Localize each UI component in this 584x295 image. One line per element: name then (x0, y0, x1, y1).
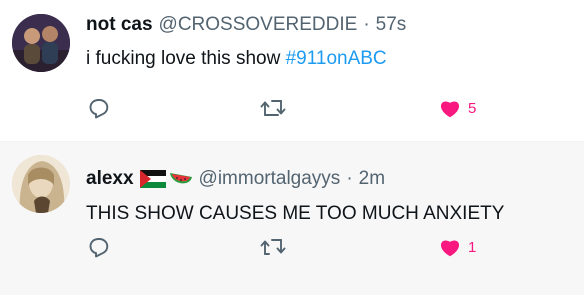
tweet-header: alexx @immortalgayys · 2m (86, 168, 385, 190)
reply-button[interactable] (87, 235, 111, 259)
separator-dot: · (346, 168, 353, 189)
separator-dot: · (363, 14, 370, 35)
reply-icon (89, 238, 109, 258)
tweet-header: not cas @CROSSOVEREDDIE · 57s (86, 14, 406, 36)
retweet-icon (260, 239, 286, 255)
tweet-card[interactable]: alexx @immortalgayys · 2m THIS SHOW CAUS… (0, 141, 584, 295)
palestine-flag-icon (139, 170, 166, 188)
tweet-card[interactable]: not cas @CROSSOVEREDDIE · 57s i fucking … (0, 0, 584, 141)
tweet-text: THIS SHOW CAUSES ME TOO MUCH ANXIETY (86, 203, 505, 224)
retweet-icon (260, 100, 286, 116)
heart-filled-icon (440, 101, 460, 118)
tweet-text: i fucking love this show #911onABC (86, 48, 387, 70)
hashtag-link[interactable]: #911onABC (286, 48, 387, 69)
display-name[interactable]: alexx (86, 168, 134, 190)
user-handle[interactable]: @CROSSOVEREDDIE (159, 14, 358, 36)
like-count: 1 (468, 238, 477, 256)
heart-filled-icon (440, 240, 460, 257)
user-handle[interactable]: @immortalgayys (199, 168, 341, 190)
avatar[interactable] (12, 155, 70, 213)
tweet-text-body: i fucking love this show (86, 48, 286, 69)
avatar[interactable] (12, 14, 70, 72)
like-button[interactable]: 1 (437, 235, 476, 259)
retweet-button[interactable] (260, 235, 286, 259)
watermelon-icon (169, 173, 192, 184)
retweet-button[interactable] (260, 96, 286, 120)
display-name[interactable]: not cas (86, 14, 153, 36)
like-count: 5 (468, 99, 477, 117)
name-emojis (139, 169, 193, 189)
reply-button[interactable] (87, 96, 111, 120)
timestamp[interactable]: 2m (359, 168, 385, 190)
like-button[interactable]: 5 (437, 96, 476, 120)
timestamp[interactable]: 57s (376, 14, 407, 36)
reply-icon (89, 99, 109, 119)
